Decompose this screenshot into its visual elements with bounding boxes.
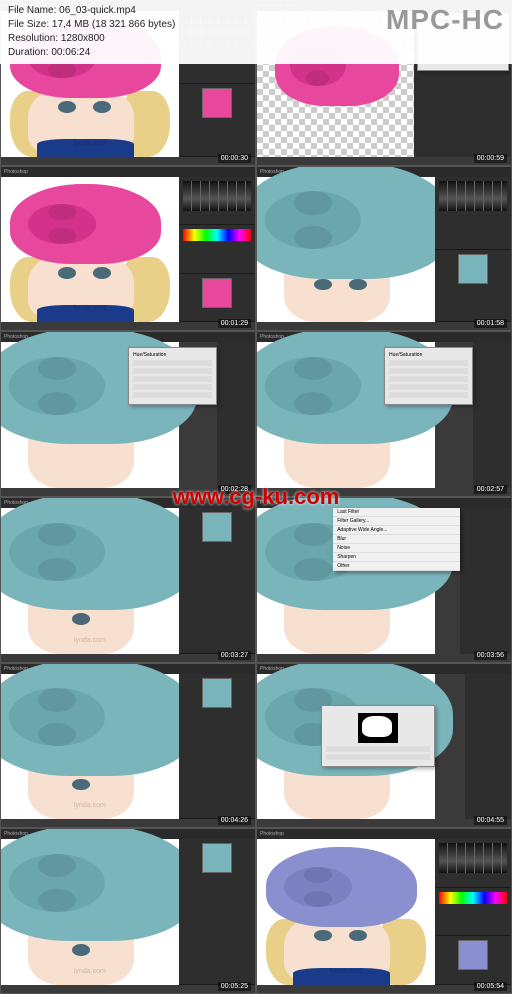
app-logo: MPC-HC: [386, 4, 504, 60]
canvas[interactable]: lynda.com: [1, 839, 179, 985]
panel[interactable]: [179, 839, 255, 985]
frame-11[interactable]: Photoshop lynda.com 00:05:25: [0, 828, 256, 994]
hue-sat-dialog[interactable]: Hue/Saturation: [384, 347, 473, 405]
mask-dialog[interactable]: [321, 705, 435, 767]
menubar[interactable]: Photoshop: [257, 829, 511, 839]
mask-preview: [358, 713, 398, 743]
panel[interactable]: [179, 674, 255, 820]
frame-4[interactable]: Photoshop 00:01:58: [256, 166, 512, 332]
canvas[interactable]: lynda.com: [1, 177, 179, 323]
file-info: File Name: 06_03-quick.mp4 File Size: 17…: [8, 4, 175, 60]
timestamp: 00:02:28: [218, 485, 251, 494]
hat-purple: [266, 847, 417, 927]
timestamp: 00:00:59: [474, 154, 507, 163]
info-overlay: File Name: 06_03-quick.mp4 File Size: 17…: [0, 0, 512, 64]
layer-thumb[interactable]: [202, 88, 232, 118]
panel[interactable]: [179, 508, 255, 654]
panel[interactable]: [217, 342, 255, 488]
timestamp: 00:03:56: [474, 651, 507, 660]
timestamp: 00:05:54: [474, 982, 507, 991]
frame-12[interactable]: Photoshop lynda.com 00:05:54: [256, 828, 512, 994]
frame-5[interactable]: Photoshop Hue/Saturation 00:02:28: [0, 331, 256, 497]
timestamp: 00:01:29: [218, 319, 251, 328]
timestamp: 00:02:57: [474, 485, 507, 494]
frame-7[interactable]: Photoshop lynda.com 00:03:27: [0, 497, 256, 663]
frame-9[interactable]: Photoshop lynda.com 00:04:26: [0, 663, 256, 829]
color-spectrum[interactable]: [183, 229, 251, 241]
timestamp: 00:05:25: [218, 982, 251, 991]
timestamp: 00:03:27: [218, 651, 251, 660]
frame-8[interactable]: PhotoshopFilter Last Filter Filter Galle…: [256, 497, 512, 663]
canvas[interactable]: lynda.com: [1, 674, 179, 820]
hue-sat-dialog[interactable]: Hue/Saturation: [128, 347, 217, 405]
timestamp: 00:01:58: [474, 319, 507, 328]
menubar[interactable]: Photoshop: [1, 167, 255, 177]
thumbnail-grid: PhotoshopFileEditImage lynda.com 00:00:3…: [0, 0, 512, 994]
canvas[interactable]: lynda.com: [257, 839, 435, 985]
filter-menu[interactable]: Last Filter Filter Gallery... Adaptive W…: [333, 508, 460, 571]
panel[interactable]: [435, 177, 511, 323]
panel[interactable]: [473, 342, 511, 488]
hat-pink: [10, 184, 161, 264]
frame-3[interactable]: Photoshop lynda.com 00:01:29: [0, 166, 256, 332]
panel[interactable]: [465, 674, 511, 820]
timestamp: 00:00:30: [218, 154, 251, 163]
panel[interactable]: [460, 508, 511, 654]
timestamp: 00:04:55: [474, 816, 507, 825]
hat-teal: [256, 166, 453, 279]
timestamp: 00:04:26: [218, 816, 251, 825]
panel[interactable]: [179, 177, 255, 323]
panel[interactable]: [435, 839, 511, 985]
frame-6[interactable]: Photoshop Hue/Saturation 00:02:57: [256, 331, 512, 497]
lynda-watermark: lynda.com: [74, 140, 106, 147]
canvas[interactable]: [257, 177, 435, 323]
frame-10[interactable]: Photoshop 00:04:55: [256, 663, 512, 829]
canvas[interactable]: lynda.com: [1, 508, 179, 654]
